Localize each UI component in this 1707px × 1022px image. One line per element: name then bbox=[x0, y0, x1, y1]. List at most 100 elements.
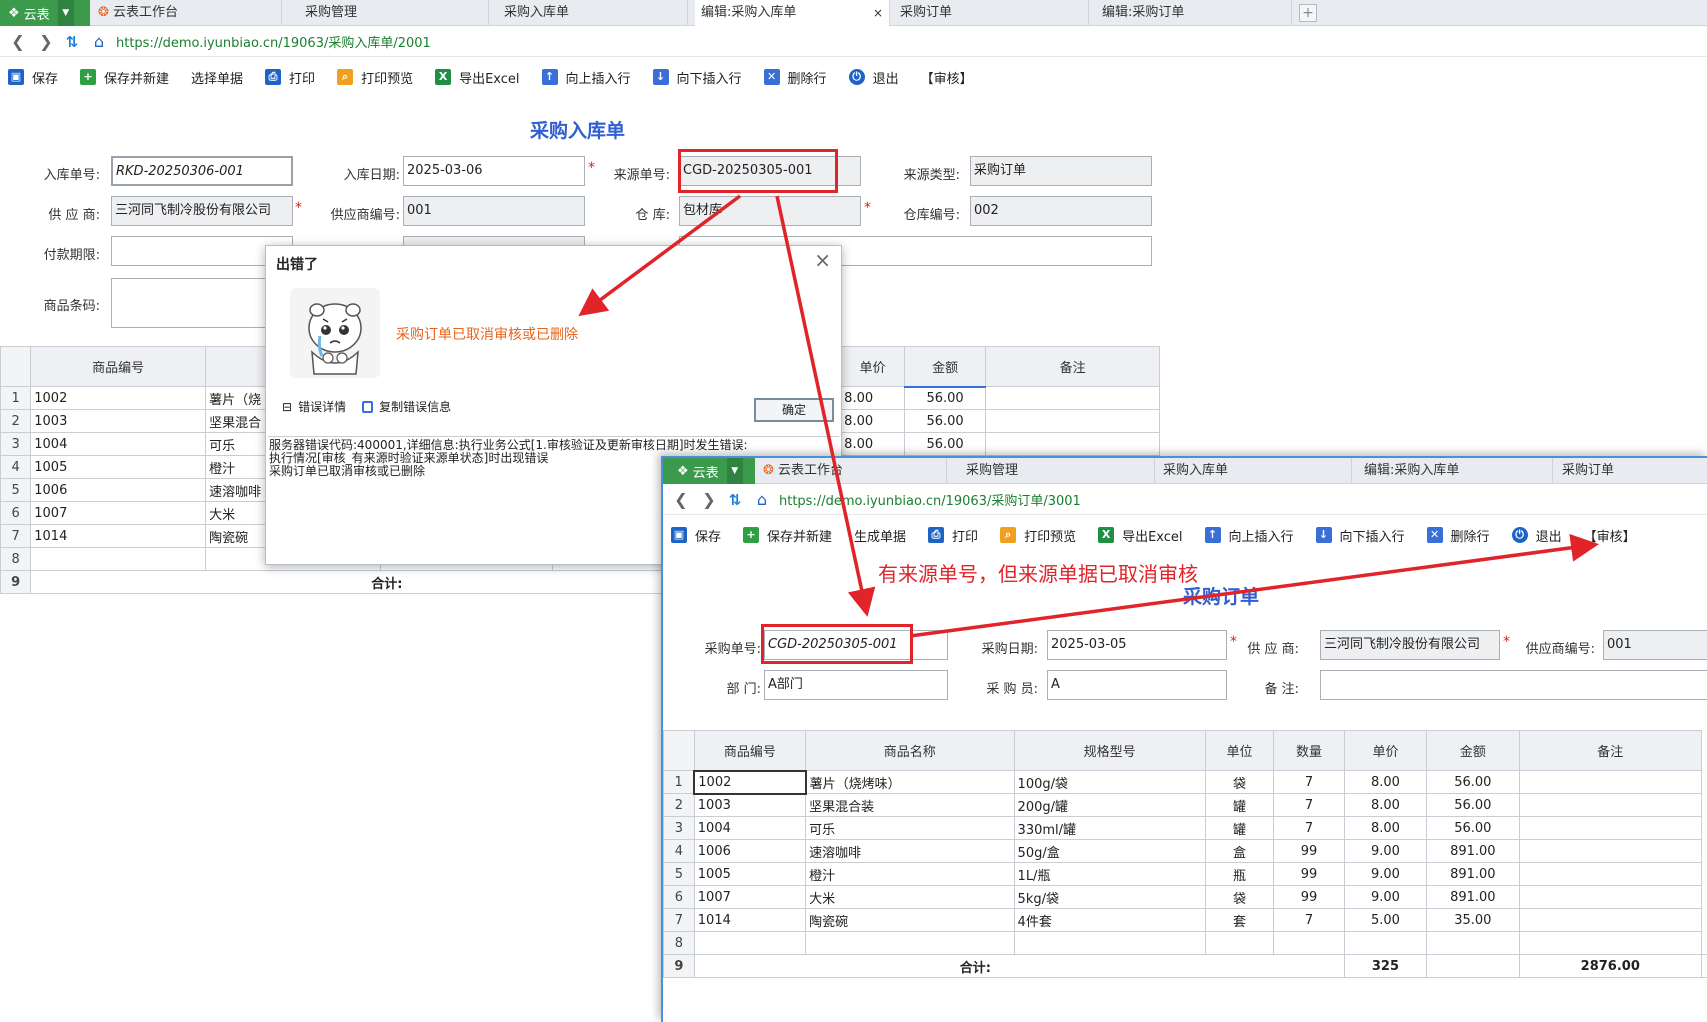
tab-purchase-mgmt[interactable]: 采购管理 bbox=[299, 0, 489, 26]
col-qty[interactable]: 数量 bbox=[1273, 730, 1345, 771]
url-text[interactable]: https://demo.iyunbiao.cn/19063/采购入库单/200… bbox=[116, 32, 431, 51]
add-tab-button[interactable]: + bbox=[1299, 4, 1317, 22]
col-remark[interactable]: 备注 bbox=[985, 346, 1160, 387]
cell-unit[interactable]: 罐 bbox=[1204, 793, 1275, 817]
brand-menu[interactable]: ❖ 云表 ▼ bbox=[663, 458, 755, 484]
insert-below-button[interactable]: ↓ 向下插入行 bbox=[1315, 526, 1405, 545]
cell-amount[interactable]: 891.00 bbox=[1426, 862, 1520, 886]
copy-error-button[interactable]: 复制错误信息 bbox=[379, 398, 451, 415]
ok-button[interactable]: 确定 bbox=[754, 398, 834, 422]
cell-code[interactable]: 1005 bbox=[30, 455, 207, 479]
cell-unit[interactable]: 盒 bbox=[1204, 839, 1275, 863]
reload-icon[interactable]: ⇅ bbox=[60, 33, 84, 51]
col-code[interactable]: 商品编号 bbox=[693, 730, 807, 771]
cell-price[interactable]: 9.00 bbox=[1343, 862, 1428, 886]
tab-purchase-receipt[interactable]: 采购入库单 bbox=[1157, 458, 1352, 484]
cell-amount[interactable]: 891.00 bbox=[1426, 885, 1520, 909]
tab-workbench[interactable]: ❂ 云表工作台 bbox=[757, 458, 947, 484]
cell-qty[interactable]: 7 bbox=[1273, 816, 1345, 840]
cell-remark[interactable] bbox=[1518, 885, 1703, 909]
warehouse-code-field[interactable]: 002 bbox=[970, 196, 1152, 226]
export-excel-button[interactable]: X 导出Excel bbox=[1098, 526, 1183, 545]
tab-edit-purchase-order[interactable]: 编辑:采购订单 bbox=[1096, 0, 1292, 26]
close-icon[interactable]: × bbox=[873, 0, 883, 26]
cell-qty[interactable]: 99 bbox=[1273, 885, 1345, 909]
cell-name[interactable]: 坚果混合装 bbox=[805, 793, 1015, 817]
col-price[interactable]: 单价 bbox=[840, 346, 905, 387]
brand-menu[interactable]: ❖ 云表 ▼ bbox=[0, 0, 90, 26]
cell-amount[interactable]: 35.00 bbox=[1426, 908, 1520, 932]
cell-code[interactable]: 1002 bbox=[693, 769, 807, 795]
cell-code[interactable]: 1007 bbox=[693, 885, 807, 909]
cell-spec[interactable]: 200g/罐 bbox=[1013, 793, 1206, 817]
chevron-down-icon[interactable]: ▼ bbox=[57, 0, 74, 26]
cell-name[interactable]: 大米 bbox=[805, 885, 1015, 909]
cell-code[interactable]: 1004 bbox=[693, 816, 807, 840]
cell-qty[interactable] bbox=[1273, 931, 1345, 955]
generate-doc-button[interactable]: 生成单据 bbox=[854, 526, 906, 545]
cell-unit[interactable]: 套 bbox=[1204, 908, 1275, 932]
src-type-field[interactable]: 采购订单 bbox=[970, 156, 1152, 186]
forward-icon[interactable]: ❯ bbox=[695, 490, 723, 509]
table-row[interactable]: 3 1004 可乐 330ml/罐罐 7 8.00 56.00 bbox=[663, 816, 1707, 840]
back-icon[interactable]: ❮ bbox=[667, 490, 695, 509]
cell-price[interactable]: 8.00 bbox=[840, 409, 905, 433]
save-new-button[interactable]: + 保存并新建 bbox=[80, 68, 169, 87]
print-button[interactable]: ⎙ 打印 bbox=[265, 68, 315, 87]
cell-remark[interactable] bbox=[985, 409, 1160, 433]
audit-button[interactable]: 【审核】 bbox=[1584, 526, 1636, 545]
cell-price[interactable]: 8.00 bbox=[1343, 816, 1428, 840]
table-row[interactable]: 6 1007 大米 5kg/袋袋 99 9.00 891.00 bbox=[663, 885, 1707, 909]
cell-qty[interactable]: 7 bbox=[1273, 770, 1345, 794]
col-spec[interactable]: 规格型号 bbox=[1013, 730, 1206, 771]
cell-unit[interactable] bbox=[1204, 931, 1275, 955]
cell-remark[interactable] bbox=[1518, 793, 1703, 817]
cell-amount[interactable] bbox=[1426, 931, 1520, 955]
cell-spec[interactable]: 100g/袋 bbox=[1013, 770, 1206, 794]
col-name[interactable]: 商品名称 bbox=[805, 730, 1015, 771]
print-button[interactable]: ⎙ 打印 bbox=[928, 526, 978, 545]
table-row[interactable]: 8 bbox=[663, 931, 1707, 955]
tab-purchase-receipt[interactable]: 采购入库单 bbox=[498, 0, 688, 26]
home-icon[interactable]: ⌂ bbox=[747, 490, 777, 509]
remark-field[interactable] bbox=[1320, 670, 1707, 700]
exit-button[interactable]: ⏻ 退出 bbox=[1511, 526, 1562, 545]
url-text[interactable]: https://demo.iyunbiao.cn/19063/采购订单/3001 bbox=[779, 490, 1081, 509]
back-icon[interactable]: ❮ bbox=[4, 32, 32, 51]
cell-remark[interactable] bbox=[1518, 908, 1703, 932]
cell-price[interactable]: 5.00 bbox=[1343, 908, 1428, 932]
cell-code[interactable]: 1003 bbox=[30, 409, 207, 433]
insert-above-button[interactable]: ↑ 向上插入行 bbox=[1204, 526, 1294, 545]
cell-code[interactable]: 1014 bbox=[30, 524, 207, 548]
col-amount[interactable]: 金额 bbox=[1426, 730, 1520, 771]
cell-price[interactable]: 8.00 bbox=[1343, 793, 1428, 817]
col-remark[interactable]: 备注 bbox=[1518, 730, 1703, 771]
cell-remark[interactable] bbox=[985, 432, 1160, 456]
save-button[interactable]: ▣ 保存 bbox=[671, 526, 721, 545]
cell-code[interactable] bbox=[30, 547, 207, 571]
cell-code[interactable]: 1006 bbox=[693, 839, 807, 863]
supplier-field[interactable]: 三河同飞制冷股份有限公司 bbox=[111, 196, 293, 226]
cell-qty[interactable]: 99 bbox=[1273, 862, 1345, 886]
cell-qty[interactable]: 99 bbox=[1273, 839, 1345, 863]
cell-spec[interactable] bbox=[1013, 931, 1206, 955]
supplier-code-field[interactable]: 001 bbox=[403, 196, 585, 226]
cell-spec[interactable]: 4件套 bbox=[1013, 908, 1206, 932]
cell-unit[interactable]: 瓶 bbox=[1204, 862, 1275, 886]
cell-remark[interactable] bbox=[1518, 816, 1703, 840]
cell-price[interactable]: 9.00 bbox=[1343, 839, 1428, 863]
cell-price[interactable]: 8.00 bbox=[840, 432, 905, 456]
cell-qty[interactable]: 7 bbox=[1273, 908, 1345, 932]
cell-amount[interactable]: 56.00 bbox=[903, 386, 987, 410]
insert-below-button[interactable]: ↓ 向下插入行 bbox=[652, 68, 742, 87]
cell-spec[interactable]: 50g/盒 bbox=[1013, 839, 1206, 863]
tab-purchase-order[interactable]: 采购订单 bbox=[894, 0, 1089, 26]
tab-edit-purchase-receipt[interactable]: 编辑:采购入库单 × bbox=[695, 0, 890, 26]
cell-name[interactable]: 橙汁 bbox=[805, 862, 1015, 886]
col-code[interactable]: 商品编号 bbox=[30, 346, 207, 387]
table-row[interactable]: 5 1005 橙汁 1L/瓶瓶 99 9.00 891.00 bbox=[663, 862, 1707, 886]
cell-unit[interactable]: 罐 bbox=[1204, 816, 1275, 840]
cell-code[interactable]: 1007 bbox=[30, 501, 207, 525]
close-icon[interactable]: × bbox=[814, 248, 831, 272]
cell-code[interactable]: 1014 bbox=[693, 908, 807, 932]
